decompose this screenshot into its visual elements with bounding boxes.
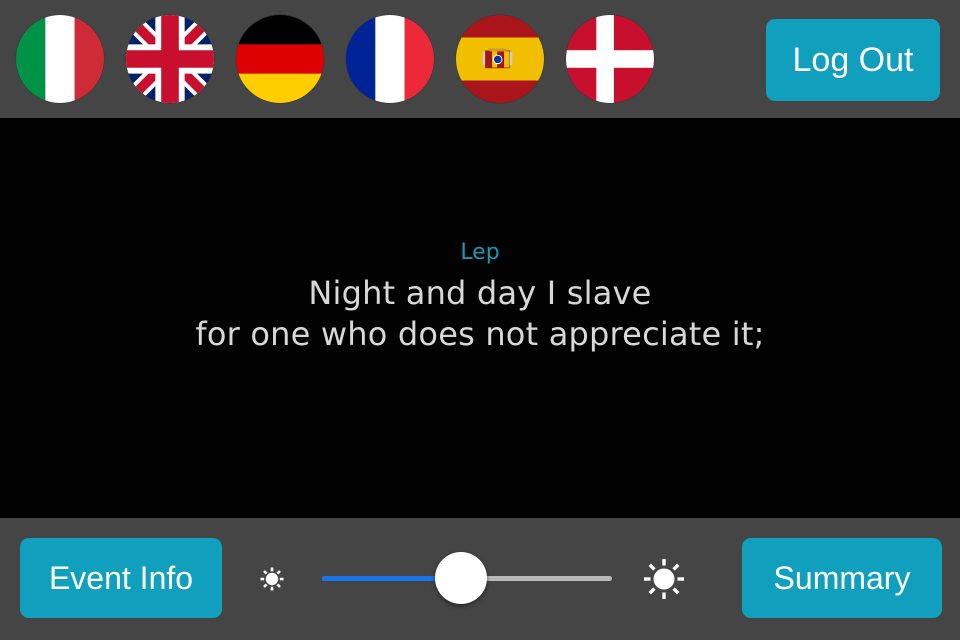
flag-italy-icon <box>16 15 104 103</box>
sun-small-icon[interactable] <box>252 559 292 599</box>
brightness-slider[interactable] <box>322 549 612 609</box>
caption-line-2: for one who does not appreciate it; <box>195 314 765 353</box>
caption-block: Lep Night and day I slave for one who do… <box>0 239 960 354</box>
bottom-bar: Event Info Summary <box>0 518 960 640</box>
flag-denmark-icon <box>566 15 654 103</box>
brightness-slider-thumb[interactable] <box>435 552 488 604</box>
event-info-button[interactable]: Event Info <box>20 538 222 618</box>
flag-spain-icon <box>456 15 544 103</box>
speaker-name: Lep <box>460 240 500 266</box>
brightness-control <box>252 518 712 640</box>
summary-button[interactable]: Summary <box>742 538 942 618</box>
caption-line-1: Night and day I slave <box>308 273 652 312</box>
log-out-button[interactable]: Log Out <box>766 19 940 101</box>
flag-denmark-button[interactable] <box>566 15 654 103</box>
flag-germany-button[interactable] <box>236 15 324 103</box>
caption-stage: Lep Night and day I slave for one who do… <box>0 118 960 518</box>
flag-france-button[interactable] <box>346 15 434 103</box>
flag-spain-button[interactable] <box>456 15 544 103</box>
language-flag-selector <box>0 15 654 103</box>
flag-germany-icon <box>236 15 324 103</box>
sun-large-icon[interactable] <box>638 553 690 605</box>
top-bar: Log Out <box>0 0 960 118</box>
flag-italy-button[interactable] <box>16 15 104 103</box>
presentation-captioning-screen: Log Out Lep Night and day I slave for on… <box>0 0 960 640</box>
flag-united-kingdom-button[interactable] <box>126 15 214 103</box>
flag-france-icon <box>346 15 434 103</box>
flag-united-kingdom-icon <box>126 15 214 103</box>
